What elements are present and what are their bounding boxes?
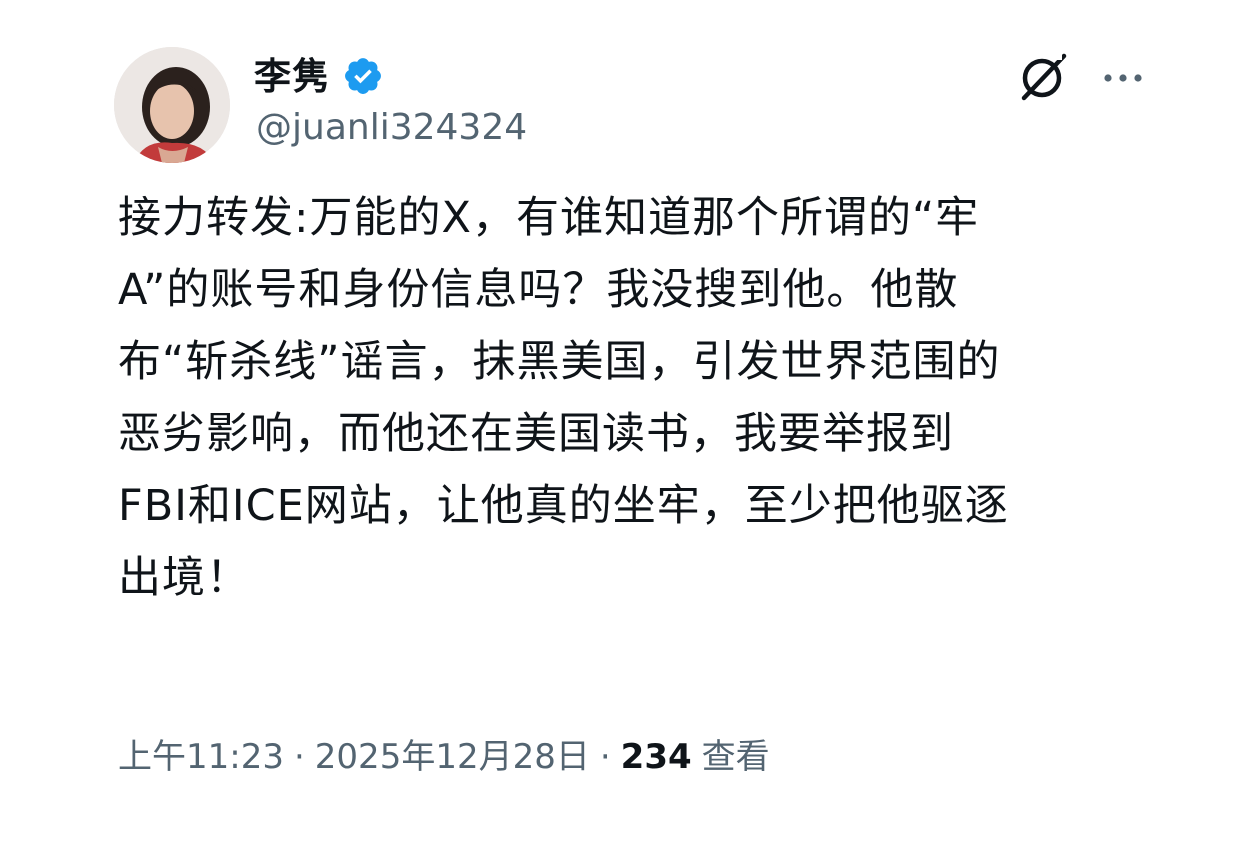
avatar-photo: [114, 47, 230, 163]
post-text-line: 出境！: [118, 553, 250, 603]
meta-separator: ·: [293, 737, 305, 777]
post: 李隽 @juanli324324 接力转发:万能的X，有谁知道那个所谓的“牢 A…: [0, 0, 1260, 864]
views-count[interactable]: 234: [621, 740, 692, 774]
verified-badge-icon: [342, 55, 384, 97]
post-time[interactable]: 上午11:23: [118, 740, 284, 774]
post-text-line: 接力转发:万能的X，有谁知道那个所谓的“牢: [118, 193, 980, 243]
post-text-line: FBI和ICE网站，让他真的坐牢，至少把他驱逐: [118, 481, 1009, 531]
post-text-line: 布“斩杀线”谣言，抹黑美国，引发世界范围的: [118, 337, 1001, 387]
author-display-name[interactable]: 李隽: [254, 58, 330, 95]
post-date[interactable]: 2025年12月28日: [315, 740, 590, 774]
post-text-line: A”的账号和身份信息吗？我没搜到他。他散: [118, 265, 959, 315]
post-text: 接力转发:万能的X，有谁知道那个所谓的“牢 A”的账号和身份信息吗？我没搜到他。…: [118, 182, 1158, 614]
meta-separator: ·: [599, 737, 611, 777]
post-text-line: 恶劣影响，而他还在美国读书，我要举报到: [118, 409, 954, 459]
grok-icon[interactable]: [1014, 50, 1074, 104]
author-handle[interactable]: @juanli324324: [256, 110, 527, 146]
avatar[interactable]: [114, 47, 230, 163]
more-options-icon[interactable]: [1098, 58, 1148, 98]
author-name-row: 李隽: [254, 50, 384, 102]
views-label[interactable]: 查看: [702, 740, 770, 774]
post-meta: 上午11:23 · 2025年12月28日 · 234 查看: [118, 740, 770, 774]
